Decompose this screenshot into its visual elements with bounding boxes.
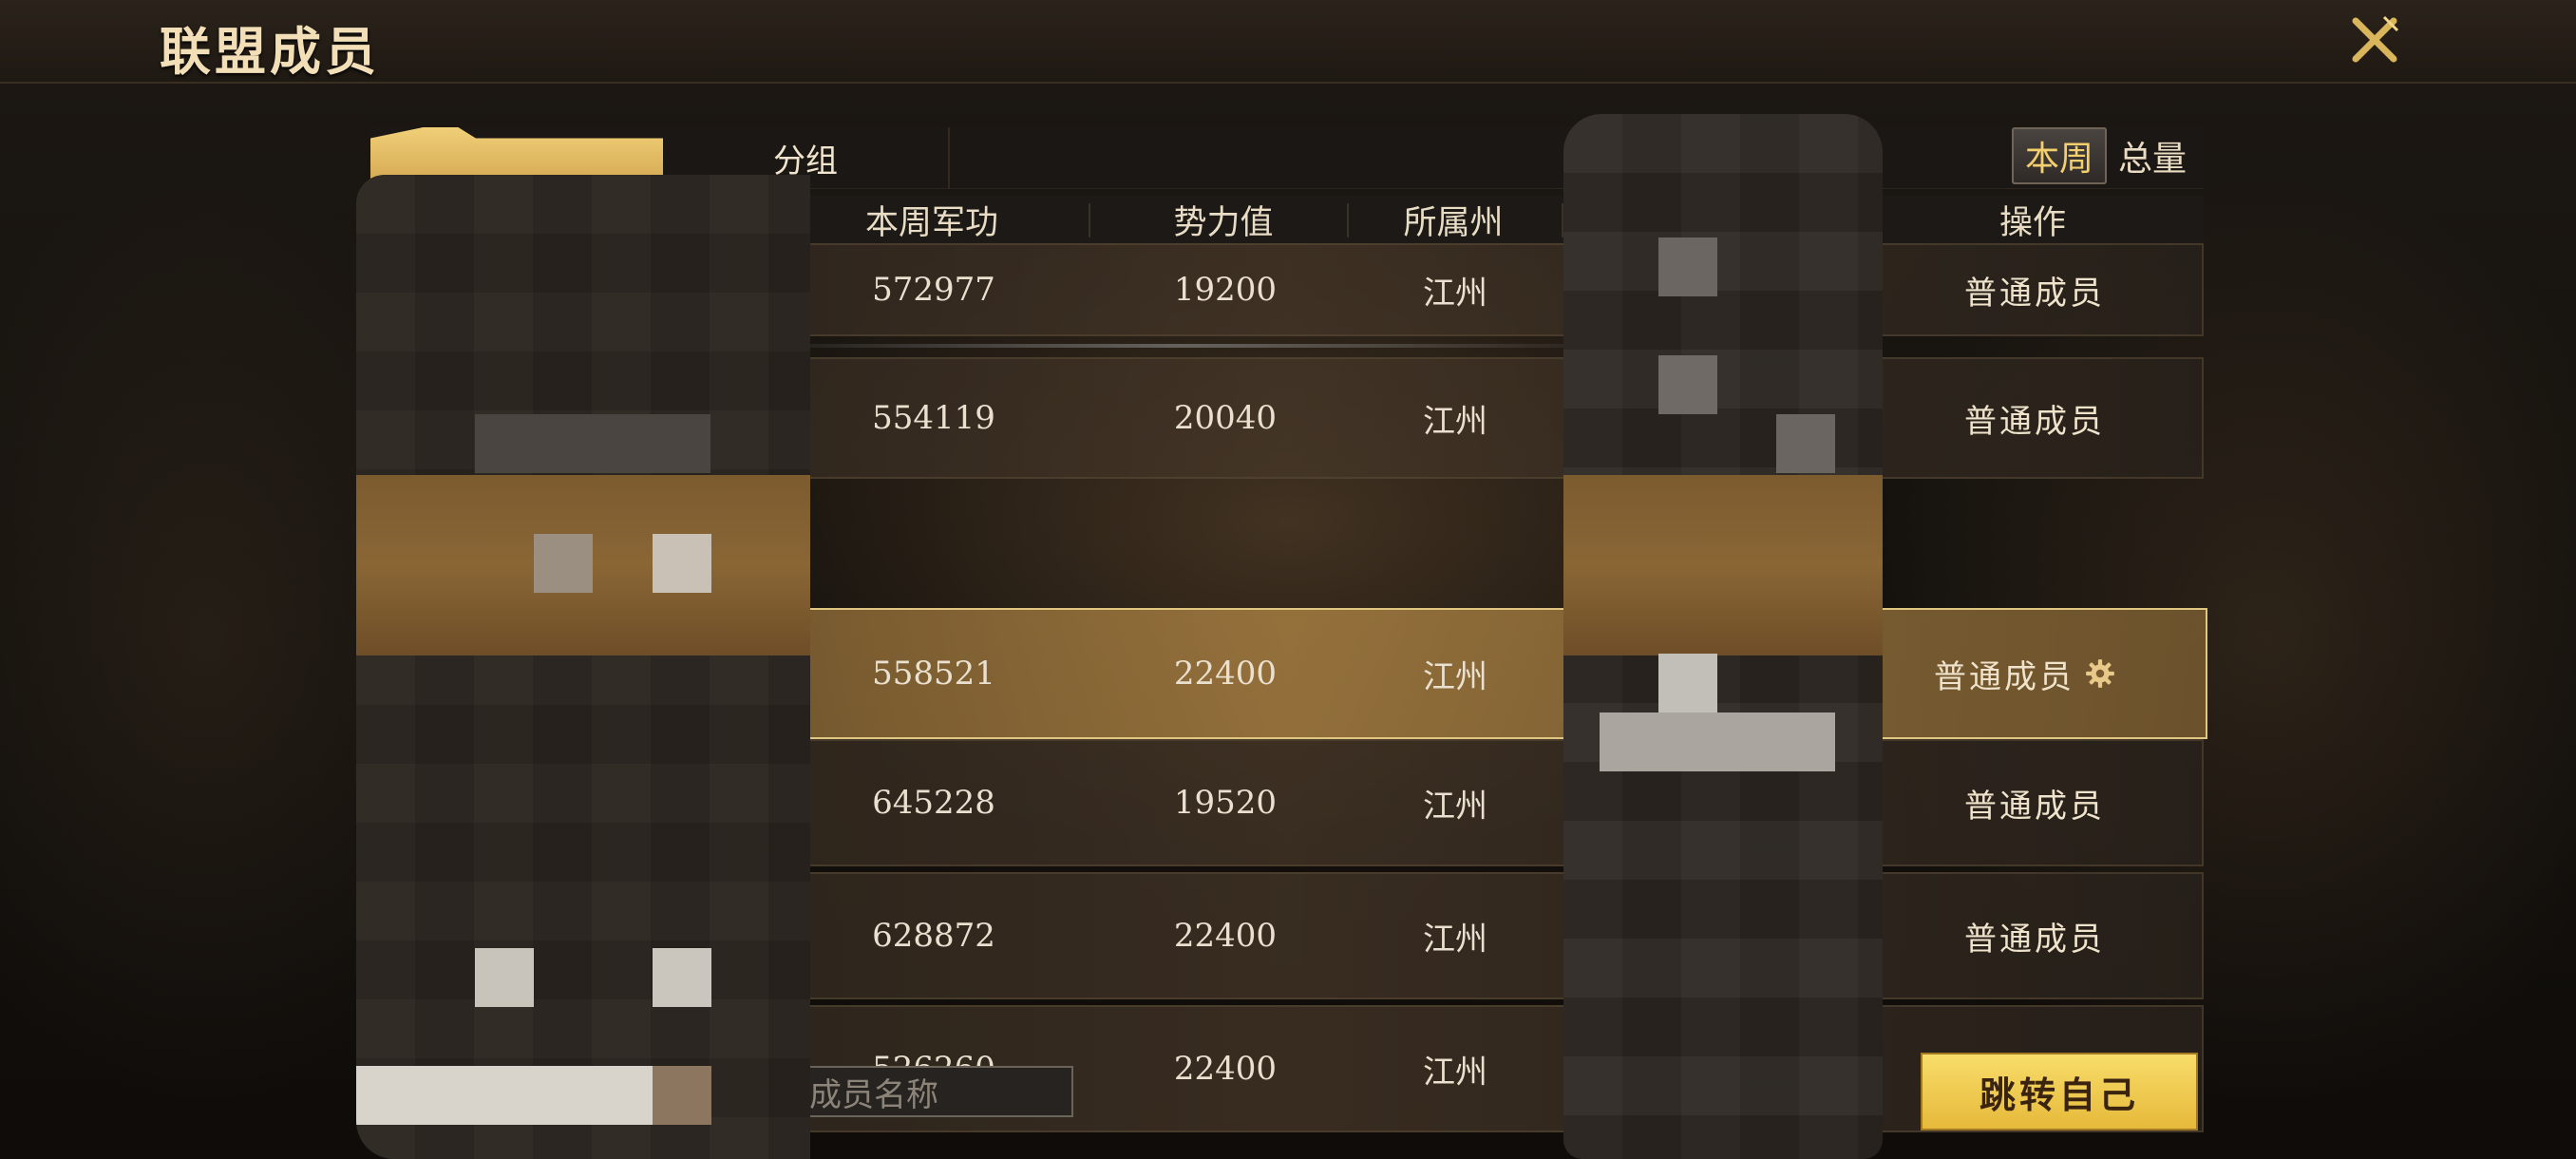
state-value: 江州 [1423, 787, 1487, 826]
row-divider [788, 344, 1577, 348]
mosaic-tile [1658, 238, 1717, 296]
mosaic-tile [534, 534, 593, 593]
state-value: 江州 [1423, 274, 1487, 313]
period-toggle: 本周 总量 [2012, 127, 2198, 184]
role-value[interactable]: 普通成员 [1892, 245, 2177, 334]
weekly-merit-value: 558521 [872, 655, 995, 693]
role-value: 普通成员 [1934, 657, 2074, 696]
weekly-merit-value: 554119 [872, 399, 995, 437]
screen: 联盟成员 分组 本周 总量 本周军功 势力值 所属州 操作 572977 192… [0, 0, 2576, 1159]
mosaic-tile [653, 1066, 711, 1125]
period-this-week-button[interactable]: 本周 [2012, 127, 2107, 184]
mosaic-tile [1776, 414, 1835, 473]
power-value: 22400 [1173, 917, 1278, 955]
header-state[interactable]: 所属州 [1349, 196, 1558, 243]
role-value[interactable]: 普通成员 [1892, 874, 2177, 998]
role-value[interactable]: 普通成员 [1892, 359, 2177, 477]
mosaic-tile [475, 414, 710, 473]
gear-icon[interactable] [2084, 657, 2116, 690]
weekly-merit-value: 628872 [872, 917, 995, 955]
role-value[interactable]: 普通成员 [1892, 741, 2177, 864]
power-value: 19520 [1173, 784, 1278, 822]
weekly-merit-value: 645228 [872, 784, 995, 822]
power-value: 22400 [1173, 1050, 1278, 1088]
window-title: 联盟成员 [160, 21, 380, 82]
mosaic-tile [653, 534, 711, 593]
close-button[interactable] [2346, 11, 2403, 68]
jump-to-self-button[interactable]: 跳转自己 [1921, 1053, 2198, 1130]
header-action: 操作 [1998, 203, 2066, 242]
top-bar: 联盟成员 [0, 0, 2576, 84]
mosaic-tile [653, 948, 711, 1007]
close-x-icon [2352, 15, 2399, 63]
power-value: 20040 [1173, 399, 1278, 437]
state-value: 江州 [1423, 402, 1487, 441]
header-power[interactable]: 势力值 [1090, 196, 1356, 243]
mosaic-band [1563, 475, 1883, 656]
header-weekly-merit[interactable]: 本周军功 [775, 196, 1089, 243]
weekly-merit-value: 572977 [872, 271, 995, 309]
privacy-mosaic-right [1563, 114, 1883, 1159]
state-value: 江州 [1423, 657, 1487, 696]
power-value: 22400 [1173, 655, 1278, 693]
search-placeholder: 成员名称 [809, 1075, 938, 1114]
state-value: 江州 [1423, 920, 1487, 959]
period-total-button[interactable]: 总量 [2107, 129, 2198, 182]
mosaic-tile [1658, 654, 1717, 712]
role-cell[interactable]: 普通成员 [1873, 610, 2177, 737]
power-value: 19200 [1173, 271, 1278, 309]
state-value: 江州 [1423, 1053, 1487, 1092]
mosaic-tile [1658, 355, 1717, 414]
privacy-mosaic-left [356, 175, 810, 1159]
mosaic-tile [356, 1066, 653, 1125]
mosaic-tile [475, 948, 534, 1007]
mosaic-tile [1600, 712, 1835, 771]
